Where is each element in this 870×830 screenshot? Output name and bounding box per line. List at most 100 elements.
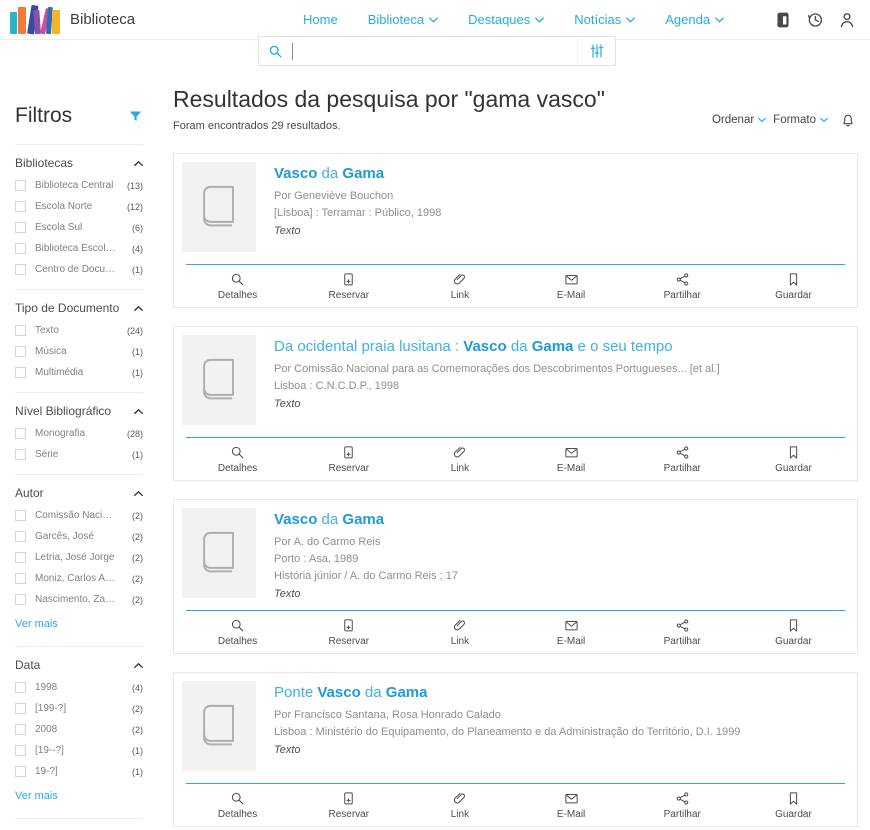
filter-checkbox[interactable]	[15, 573, 26, 584]
filter-checkbox[interactable]	[15, 510, 26, 521]
filter-item-nascimento-zacarias[interactable]: Nascimento, Zacarias(2)	[15, 594, 143, 605]
result-title-link[interactable]: Vasco da Gama	[274, 511, 458, 528]
action-guardar-button[interactable]: Guardar	[738, 272, 849, 301]
filter-checkbox[interactable]	[15, 264, 26, 275]
filter-section-title: Nível Bibliográfico	[15, 404, 111, 418]
action-reservar-button[interactable]: Reservar	[293, 618, 404, 647]
action-e-mail-button[interactable]: E-Mail	[516, 445, 627, 474]
filter-checkbox[interactable]	[15, 724, 26, 735]
filter-item-serie[interactable]: Série(1)	[15, 449, 143, 460]
filter-checkbox[interactable]	[15, 201, 26, 212]
filter-item-musica[interactable]: Música(1)	[15, 346, 143, 357]
filter-checkbox[interactable]	[15, 367, 26, 378]
format-dropdown[interactable]: Formato	[773, 114, 828, 126]
filter-item-19[interactable]: [19--?](1)	[15, 745, 143, 756]
ebook-icon[interactable]	[774, 11, 792, 29]
nav-item-agenda[interactable]: Agenda	[665, 12, 724, 27]
filter-checkbox[interactable]	[15, 745, 26, 756]
action-e-mail-button[interactable]: E-Mail	[516, 618, 627, 647]
filter-checkbox[interactable]	[15, 682, 26, 693]
filter-section-header[interactable]: Autor	[15, 486, 143, 500]
nav-item-destaques[interactable]: Destaques	[468, 12, 544, 27]
filter-checkbox[interactable]	[15, 180, 26, 191]
filter-item-garces-jose[interactable]: Garcês, José(2)	[15, 531, 143, 542]
filter-section-header[interactable]: Bibliotecas	[15, 156, 143, 170]
result-title-link[interactable]: Da ocidental praia lusitana : Vasco da G…	[274, 338, 720, 355]
result-thumbnail[interactable]	[182, 681, 256, 771]
search-input[interactable]	[291, 37, 577, 65]
filter-checkbox[interactable]	[15, 552, 26, 563]
filter-item-letria-jose-jorge[interactable]: Letria, José Jorge(2)	[15, 552, 143, 563]
filter-checkbox[interactable]	[15, 766, 26, 777]
action-reservar-button[interactable]: Reservar	[293, 272, 404, 301]
action-link-button[interactable]: Link	[404, 445, 515, 474]
action-detalhes-button[interactable]: Detalhes	[182, 272, 293, 301]
filter-item-19[interactable]: 19-?](1)	[15, 766, 143, 777]
filter-item-comissao-nacional-para-a[interactable]: Comissão Nacional para a...(2)	[15, 510, 143, 521]
funnel-icon[interactable]	[128, 109, 143, 124]
action-e-mail-button[interactable]: E-Mail	[516, 272, 627, 301]
filter-checkbox[interactable]	[15, 531, 26, 542]
ver-mais-link[interactable]: Ver mais	[15, 790, 58, 802]
search-term-highlight: Vasco	[317, 684, 360, 701]
action-partilhar-button[interactable]: Partilhar	[627, 618, 738, 647]
action-partilhar-button[interactable]: Partilhar	[627, 272, 738, 301]
filter-checkbox[interactable]	[15, 594, 26, 605]
advanced-search-button[interactable]	[577, 37, 615, 65]
filter-item-escola-sul[interactable]: Escola Sul(6)	[15, 222, 143, 233]
sort-dropdown[interactable]: Ordenar	[712, 114, 766, 126]
action-detalhes-button[interactable]: Detalhes	[182, 791, 293, 820]
action-partilhar-button[interactable]: Partilhar	[627, 445, 738, 474]
filter-label: Música	[35, 346, 67, 357]
result-thumbnail[interactable]	[182, 508, 256, 598]
result-title-link[interactable]: Vasco da Gama	[274, 165, 441, 182]
result-thumbnail[interactable]	[182, 162, 256, 252]
filter-checkbox[interactable]	[15, 428, 26, 439]
result-title-link[interactable]: Ponte Vasco da Gama	[274, 684, 740, 701]
nav-item-home[interactable]: Home	[303, 12, 338, 27]
filter-item-centro-de-documentacao[interactable]: Centro de Documentação(1)	[15, 264, 143, 275]
ver-mais-link[interactable]: Ver mais	[15, 618, 58, 630]
filter-checkbox[interactable]	[15, 222, 26, 233]
filter-item-moniz-carlos-alberto[interactable]: Moniz, Carlos Alberto(2)	[15, 573, 143, 584]
filter-checkbox[interactable]	[15, 449, 26, 460]
action-link-button[interactable]: Link	[404, 791, 515, 820]
action-reservar-button[interactable]: Reservar	[293, 791, 404, 820]
action-detalhes-button[interactable]: Detalhes	[182, 618, 293, 647]
filter-item-biblioteca-central[interactable]: Biblioteca Central(13)	[15, 180, 143, 191]
action-guardar-button[interactable]: Guardar	[738, 445, 849, 474]
person-icon[interactable]	[838, 11, 856, 29]
action-detalhes-button[interactable]: Detalhes	[182, 445, 293, 474]
action-guardar-button[interactable]: Guardar	[738, 618, 849, 647]
action-e-mail-button[interactable]: E-Mail	[516, 791, 627, 820]
filter-checkbox[interactable]	[15, 346, 26, 357]
filter-item-multimedia[interactable]: Multimédia(1)	[15, 367, 143, 378]
filter-item-texto[interactable]: Texto(24)	[15, 325, 143, 336]
filter-section-header[interactable]: Nível Bibliográfico	[15, 404, 143, 418]
nav-item-biblioteca[interactable]: Biblioteca	[368, 12, 438, 27]
action-guardar-button[interactable]: Guardar	[738, 791, 849, 820]
result-thumbnail[interactable]	[182, 335, 256, 425]
filter-checkbox[interactable]	[15, 703, 26, 714]
filter-checkbox[interactable]	[15, 325, 26, 336]
nav-label: Destaques	[468, 12, 530, 27]
filter-section-header[interactable]: Data	[15, 658, 143, 672]
filter-item-biblioteca-escola-a[interactable]: Biblioteca Escola A(4)	[15, 243, 143, 254]
filter-item-escola-norte[interactable]: Escola Norte(12)	[15, 201, 143, 212]
filter-item-2008[interactable]: 2008(2)	[15, 724, 143, 735]
filter-label: Moniz, Carlos Alberto	[35, 573, 117, 584]
filter-item-199[interactable]: [199-?](2)	[15, 703, 143, 714]
book-placeholder-icon	[198, 353, 240, 407]
action-link-button[interactable]: Link	[404, 272, 515, 301]
history-icon[interactable]	[806, 11, 824, 29]
action-reservar-button[interactable]: Reservar	[293, 445, 404, 474]
action-link-button[interactable]: Link	[404, 618, 515, 647]
filter-checkbox[interactable]	[15, 243, 26, 254]
nav-item-noticias[interactable]: Notícias	[574, 12, 635, 27]
action-partilhar-button[interactable]: Partilhar	[627, 791, 738, 820]
filter-section-header[interactable]: Tipo de Documento	[15, 301, 143, 315]
bell-icon[interactable]	[840, 112, 856, 128]
filter-item-1998[interactable]: 1998(4)	[15, 682, 143, 693]
brand[interactable]: Biblioteca	[10, 4, 135, 36]
filter-item-monografia[interactable]: Monografia(28)	[15, 428, 143, 439]
